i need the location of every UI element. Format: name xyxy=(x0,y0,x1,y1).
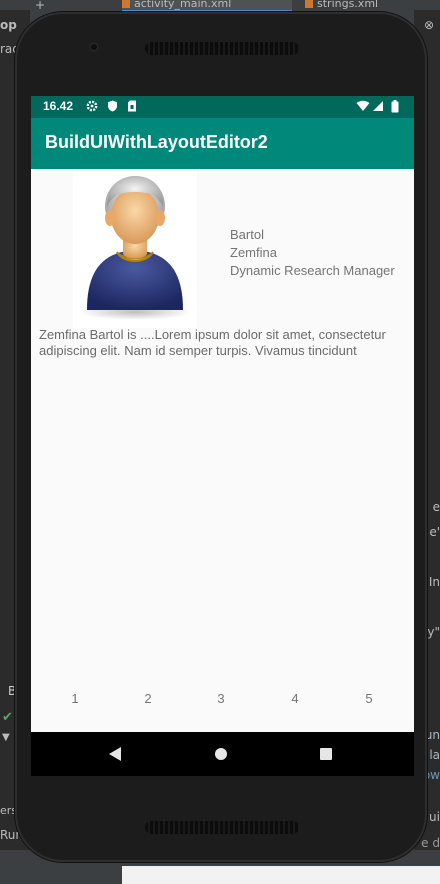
ide-right-label: ui xyxy=(429,810,440,824)
ide-close-icon[interactable]: ⊗ xyxy=(424,18,434,32)
navigation-bar xyxy=(31,732,414,776)
ide-right-label: e d xyxy=(421,836,440,850)
ide-tab-strings[interactable]: strings.xml xyxy=(305,0,415,10)
page-button-1[interactable]: 1 xyxy=(65,691,85,706)
ide-right-label: un xyxy=(424,728,440,742)
bottom-speaker xyxy=(145,821,299,834)
device-screen: 16.42 BuildUIWithLayoutEditor2 Bartol Ze… xyxy=(31,96,414,776)
xml-file-icon xyxy=(122,0,130,8)
home-icon[interactable] xyxy=(215,748,227,760)
ide-right-label: e xyxy=(432,500,440,514)
bio-text: Zemfina Bartol is ....Lorem ipsum dolor … xyxy=(39,327,386,358)
app-title: BuildUIWithLayoutEditor2 xyxy=(45,132,268,152)
last-name-label: Zemfina xyxy=(230,245,277,260)
first-name-label: Bartol xyxy=(230,227,264,242)
person-avatar-icon xyxy=(79,176,191,320)
ide-tab-activity-main[interactable]: activity_main.xml xyxy=(122,0,292,12)
expand-arrow-icon[interactable]: ▼ xyxy=(2,732,10,743)
ide-right-label: e' xyxy=(429,525,440,539)
wifi-icon xyxy=(356,100,370,114)
cell-signal-icon xyxy=(371,100,385,114)
ide-right-label: la xyxy=(429,748,440,762)
ide-tab-bar: activity_main.xml strings.xml + xyxy=(0,0,440,12)
ide-bottom-panel xyxy=(122,866,440,884)
back-icon[interactable] xyxy=(109,747,121,761)
settings-icon xyxy=(85,100,99,114)
page-button-4[interactable]: 4 xyxy=(285,691,305,706)
page-button-5[interactable]: 5 xyxy=(359,691,379,706)
status-time: 16.42 xyxy=(43,99,74,113)
battery-icon xyxy=(388,100,402,114)
front-camera xyxy=(89,42,99,52)
ide-right-label: y" xyxy=(427,625,440,639)
top-speaker xyxy=(145,42,299,55)
add-icon[interactable]: + xyxy=(35,0,45,12)
app-toolbar: BuildUIWithLayoutEditor2 xyxy=(31,118,414,169)
page-button-3[interactable]: 3 xyxy=(211,691,231,706)
status-bar: 16.42 xyxy=(31,96,414,118)
checkmark-icon: ✔ xyxy=(2,710,13,725)
ide-left-label: op xyxy=(0,18,17,32)
page-button-2[interactable]: 2 xyxy=(138,691,158,706)
xml-file-icon xyxy=(305,0,313,8)
ide-right-label: In xyxy=(428,575,440,589)
phone-frame: 16.42 BuildUIWithLayoutEditor2 Bartol Ze… xyxy=(15,12,427,862)
sim-card-icon xyxy=(125,100,139,114)
profile-avatar xyxy=(73,170,197,328)
recent-apps-icon[interactable] xyxy=(320,748,332,760)
job-title-label: Dynamic Research Manager xyxy=(230,263,395,278)
shield-icon xyxy=(105,100,119,114)
